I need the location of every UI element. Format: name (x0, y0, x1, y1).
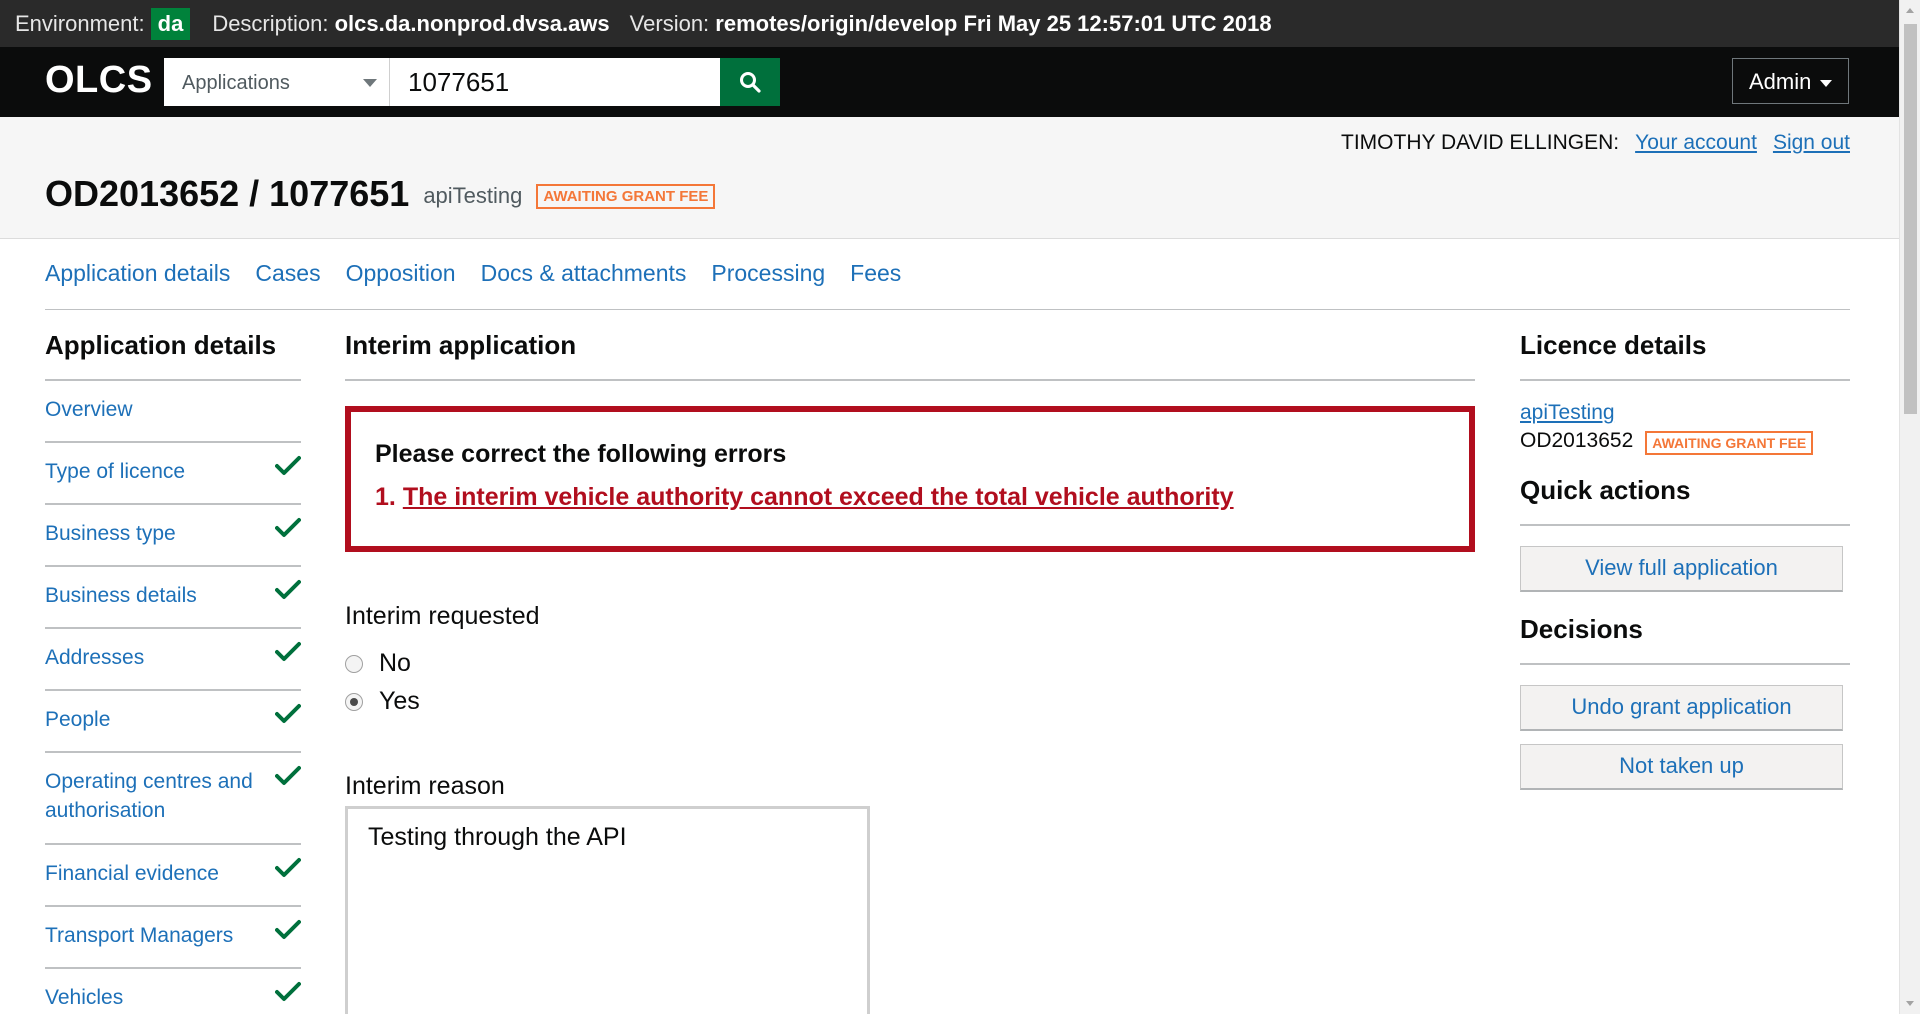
licence-status-badge: AWAITING GRANT FEE (1645, 431, 1814, 455)
olcs-logo[interactable]: OLCS (45, 59, 153, 102)
view-full-application-button[interactable]: View full application (1520, 546, 1843, 592)
checkmark-icon (275, 641, 301, 669)
application-tabs: Application details Cases Opposition Doc… (45, 240, 1850, 310)
radio-no[interactable] (345, 654, 363, 673)
page-header: TIMOTHY DAVID ELLINGEN: Your account Sig… (0, 117, 1899, 239)
error-summary: Please correct the following errors 1. T… (345, 406, 1475, 552)
sidebar-item-vehicles: Vehicles (45, 969, 301, 1014)
search-type-value: Applications (182, 72, 290, 94)
checkmark-icon (275, 517, 301, 545)
sidebar-item-link[interactable]: Transport Managers (45, 924, 233, 947)
description-label: Description: (212, 10, 329, 36)
undo-grant-button[interactable]: Undo grant application (1520, 685, 1843, 731)
admin-label: Admin (1749, 69, 1812, 94)
error-item: 1. The interim vehicle authority cannot … (375, 483, 1469, 512)
interim-requested-label: Interim requested (345, 602, 540, 630)
sidebar-item-overview: Overview (45, 381, 301, 443)
sidebar-item-link[interactable]: Overview (45, 398, 133, 421)
decisions-heading: Decisions (1520, 614, 1850, 665)
licence-summary: apiTesting OD2013652 AWAITING GRANT FEE (1520, 401, 1850, 455)
environment-bar: Environment: da Description: olcs.da.non… (0, 0, 1899, 47)
licence-number: OD2013652 (1520, 429, 1634, 452)
user-bar: TIMOTHY DAVID ELLINGEN: Your account Sig… (1341, 131, 1850, 155)
sidebar-item-link[interactable]: Addresses (45, 646, 144, 669)
checkmark-icon (275, 765, 301, 793)
licence-number-row: OD2013652 AWAITING GRANT FEE (1520, 427, 1850, 455)
radio-option-yes[interactable]: Yes (345, 687, 1475, 716)
sign-out-link[interactable]: Sign out (1773, 131, 1850, 155)
search-input[interactable] (390, 58, 720, 106)
error-summary-title: Please correct the following errors (375, 440, 787, 468)
description-value: olcs.da.nonprod.dvsa.aws (334, 10, 610, 36)
sidebar-item-people: People (45, 691, 301, 753)
sidebar: Application details Overview Type of lic… (45, 330, 301, 1014)
sidebar-item-link[interactable]: People (45, 708, 110, 731)
interim-reason-label: Interim reason (345, 772, 505, 800)
sidebar-item-business-details: Business details (45, 567, 301, 629)
sidebar-list: Overview Type of licence Business type B… (45, 381, 301, 1014)
checkmark-icon (275, 703, 301, 731)
radio-yes[interactable] (345, 692, 363, 711)
main-content: Interim application Please correct the f… (345, 330, 1475, 1014)
search-button[interactable] (720, 58, 780, 106)
licence-details-heading: Licence details (1520, 330, 1850, 381)
tab-fees[interactable]: Fees (850, 240, 901, 309)
tab-opposition[interactable]: Opposition (346, 240, 456, 309)
licence-operator-link[interactable]: apiTesting (1520, 401, 1615, 424)
checkmark-icon (275, 455, 301, 483)
tab-application-details[interactable]: Application details (45, 240, 230, 309)
sidebar-item-link[interactable]: Business type (45, 522, 176, 545)
checkmark-icon (275, 579, 301, 607)
site-header: OLCS Applications Admin (0, 47, 1899, 117)
admin-menu-button[interactable]: Admin (1732, 58, 1849, 104)
application-reference: OD2013652 / 1077651 (45, 173, 410, 214)
error-link[interactable]: The interim vehicle authority cannot exc… (403, 483, 1234, 511)
error-number: 1. (375, 483, 396, 511)
scroll-up-icon[interactable] (1906, 8, 1914, 13)
quick-actions-heading: Quick actions (1520, 475, 1850, 526)
scrollbar-thumb[interactable] (1904, 24, 1917, 414)
tab-processing[interactable]: Processing (711, 240, 825, 309)
sidebar-item-link[interactable]: Operating centres and authorisation (45, 770, 253, 822)
your-account-link[interactable]: Your account (1635, 131, 1757, 155)
search-icon (740, 72, 761, 93)
version-label: Version: (629, 10, 710, 36)
scroll-down-icon[interactable] (1906, 1001, 1914, 1006)
tab-cases[interactable]: Cases (255, 240, 320, 309)
right-panel: Licence details apiTesting OD2013652 AWA… (1520, 330, 1850, 790)
not-taken-up-button[interactable]: Not taken up (1520, 744, 1843, 790)
search-type-select[interactable]: Applications (164, 58, 390, 106)
radio-no-label[interactable]: No (379, 649, 411, 678)
sidebar-item-financial-evidence: Financial evidence (45, 845, 301, 907)
environment-tag: da (150, 7, 191, 40)
tab-docs-attachments[interactable]: Docs & attachments (481, 240, 687, 309)
operator-name: apiTesting (423, 183, 523, 208)
sidebar-item-link[interactable]: Type of licence (45, 460, 185, 483)
sidebar-item-addresses: Addresses (45, 629, 301, 691)
checkmark-icon (275, 919, 301, 947)
page-title: OD2013652 / 1077651 apiTesting AWAITING … (45, 173, 716, 215)
version-value: remotes/origin/develop Fri May 25 12:57:… (715, 10, 1272, 36)
sidebar-item-transport-managers: Transport Managers (45, 907, 301, 969)
chevron-down-icon (1820, 80, 1832, 87)
sidebar-item-link[interactable]: Business details (45, 584, 197, 607)
page-scrollbar[interactable] (1899, 0, 1920, 1014)
checkmark-icon (275, 981, 301, 1009)
sidebar-item-link[interactable]: Financial evidence (45, 862, 219, 885)
radio-option-no[interactable]: No (345, 649, 1475, 678)
radio-yes-label[interactable]: Yes (379, 687, 420, 716)
sidebar-item-link[interactable]: Vehicles (45, 986, 123, 1009)
environment-label: Environment: (15, 10, 145, 36)
sidebar-item-type-of-licence: Type of licence (45, 443, 301, 505)
chevron-down-icon (363, 79, 377, 87)
sidebar-item-operating-centres: Operating centres and authorisation (45, 753, 301, 845)
checkmark-icon (275, 857, 301, 885)
interim-reason-textarea[interactable]: Testing through the API (345, 806, 870, 1014)
status-badge: AWAITING GRANT FEE (536, 183, 716, 209)
sidebar-item-business-type: Business type (45, 505, 301, 567)
section-heading: Interim application (345, 330, 1475, 381)
sidebar-heading: Application details (45, 330, 301, 381)
user-name: TIMOTHY DAVID ELLINGEN: (1341, 131, 1620, 154)
